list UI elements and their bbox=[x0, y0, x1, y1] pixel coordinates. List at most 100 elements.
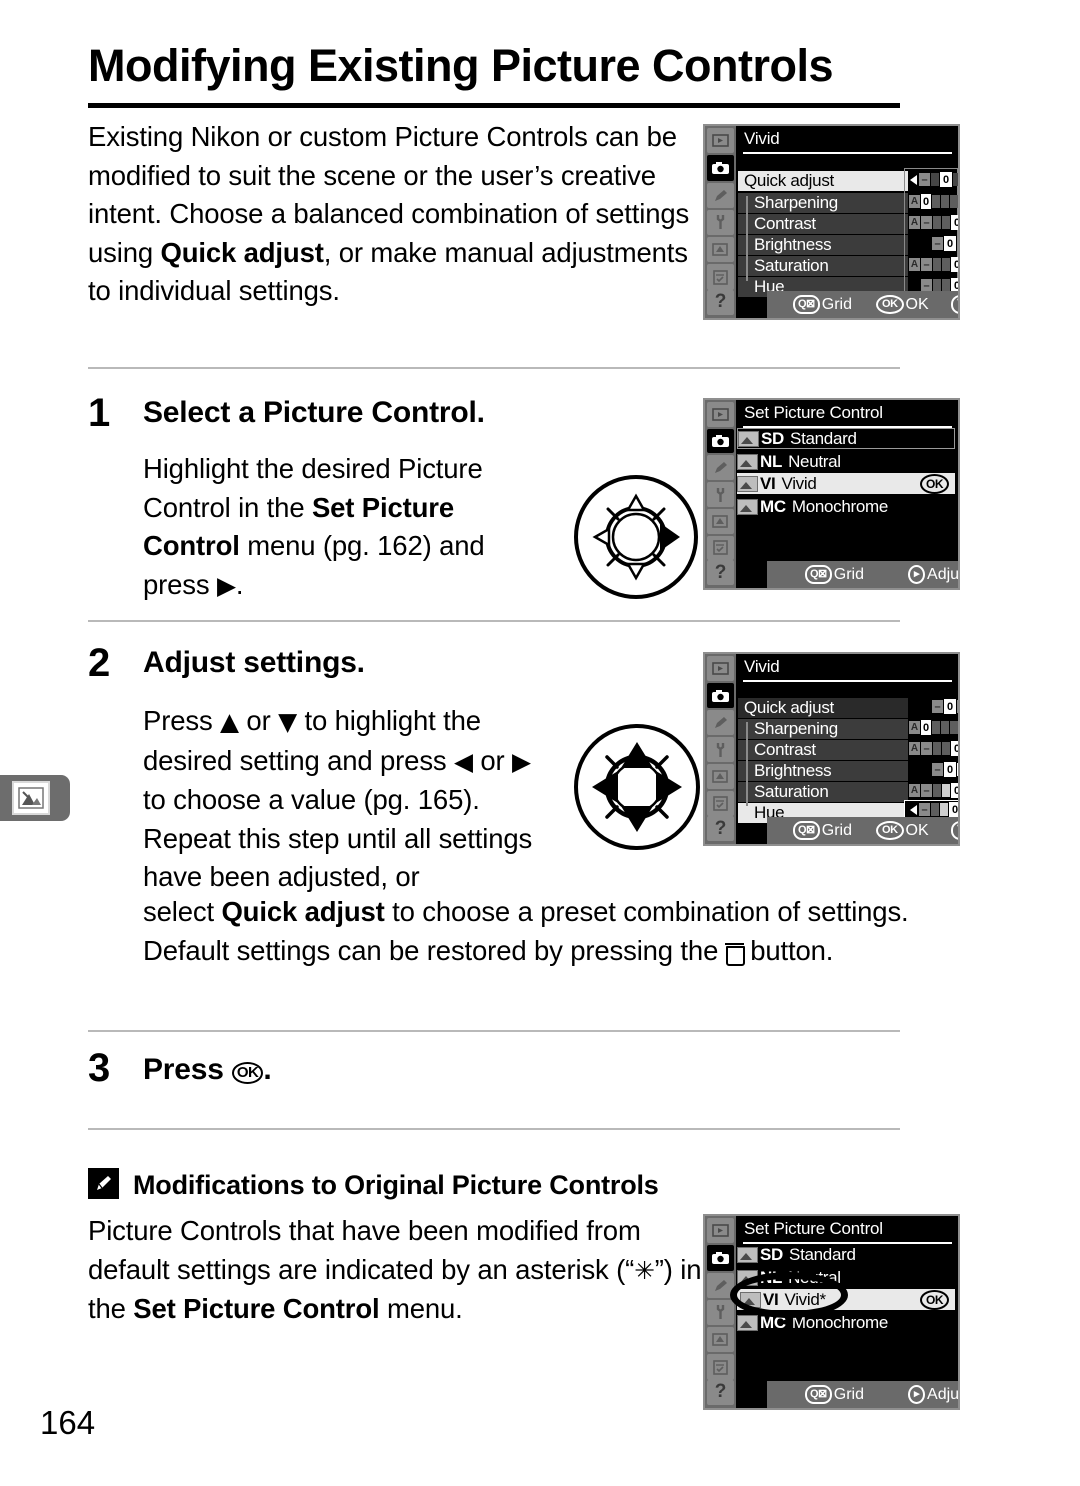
row-label-contrast[interactable]: Contrast bbox=[754, 740, 816, 760]
footer-grid-label: Grid bbox=[833, 565, 865, 583]
trash-icon bbox=[724, 942, 745, 966]
footer-adjust-label: Adjust bbox=[927, 1385, 960, 1403]
row-label-sharpening[interactable]: Sharpening bbox=[754, 193, 838, 213]
retouch-icon[interactable] bbox=[707, 237, 734, 263]
slider-quick-adjust[interactable]: –0+ bbox=[908, 172, 958, 187]
playback-icon[interactable] bbox=[707, 402, 734, 427]
lcd-title-rule bbox=[743, 680, 952, 682]
help-icon[interactable]: ? bbox=[707, 560, 734, 586]
shooting-menu-icon[interactable] bbox=[707, 155, 734, 181]
custom-settings-icon[interactable] bbox=[707, 182, 734, 208]
picture-control-neutral[interactable]: NL Neutral bbox=[737, 451, 955, 472]
footer-reset[interactable]: 🗑 Reset bbox=[950, 295, 958, 314]
separator-3 bbox=[88, 1030, 900, 1032]
footer-ok[interactable]: OK OK bbox=[876, 821, 929, 840]
item-label: Vivid bbox=[781, 473, 817, 493]
playback-icon[interactable] bbox=[707, 656, 734, 681]
footer-adjust[interactable]: ▸ Adjust bbox=[908, 1385, 960, 1404]
multi-selector-right-icon: ▸ bbox=[908, 1385, 926, 1404]
slider-hue[interactable]: –0+ bbox=[908, 802, 958, 817]
setup-menu-icon[interactable] bbox=[707, 209, 734, 236]
shooting-menu-icon[interactable] bbox=[707, 428, 734, 454]
row-label-brightness[interactable]: Brightness bbox=[754, 761, 832, 781]
lcd-sidebar: ? bbox=[705, 1216, 736, 1408]
slider-saturation[interactable]: A–0+ bbox=[909, 783, 958, 798]
playback-icon[interactable] bbox=[707, 1218, 734, 1244]
step-2-body-wide: select Quick adjust to choose a preset c… bbox=[143, 896, 909, 966]
slider-sharpening[interactable]: A09 bbox=[909, 720, 958, 735]
setup-menu-icon[interactable] bbox=[707, 1299, 734, 1326]
multi-selector-all bbox=[572, 722, 702, 857]
pencil-note-icon bbox=[88, 1168, 119, 1199]
footer-adjust[interactable]: ▸ Adjust bbox=[908, 565, 958, 584]
lcd-sidebar: ? bbox=[705, 654, 736, 844]
item-code: NL bbox=[760, 451, 783, 471]
footer-grid-label: Grid bbox=[821, 821, 853, 839]
row-label-saturation[interactable]: Saturation bbox=[754, 256, 829, 276]
footer-grid-label: Grid bbox=[833, 1385, 865, 1403]
slider-contrast[interactable]: A–0+ bbox=[909, 741, 958, 756]
row-label-quick-adjust[interactable]: Quick adjust bbox=[744, 171, 834, 191]
slider-saturation[interactable]: A–0+ bbox=[909, 257, 958, 272]
playback-icon[interactable] bbox=[707, 128, 734, 154]
slider-brightness[interactable]: –0+ bbox=[932, 762, 958, 777]
custom-settings-icon[interactable] bbox=[707, 710, 734, 735]
footer-grid[interactable]: Q⊠ Grid bbox=[793, 295, 852, 314]
footer-grid[interactable]: Q⊠ Grid bbox=[793, 821, 852, 840]
lcd-footer: Q⊠ Grid OK OK 🗑 Reset bbox=[767, 291, 958, 318]
row-label-saturation[interactable]: Saturation bbox=[754, 782, 829, 802]
page-title: Modifying Existing Picture Controls bbox=[88, 40, 834, 91]
picture-control-standard[interactable]: SD Standard bbox=[737, 1244, 955, 1265]
step-3-heading: Press OK. bbox=[143, 1053, 272, 1086]
row-label-sharpening[interactable]: Sharpening bbox=[754, 719, 838, 739]
retouch-icon[interactable] bbox=[707, 764, 734, 789]
retouch-icon[interactable] bbox=[707, 508, 734, 534]
footer-ok[interactable]: OK OK bbox=[876, 295, 929, 314]
zoom-grid-icon: Q⊠ bbox=[805, 1385, 832, 1404]
recent-settings-icon[interactable] bbox=[707, 535, 734, 561]
picture-control-standard[interactable]: SD Standard bbox=[737, 428, 955, 449]
step-3-number: 3 bbox=[88, 1046, 111, 1090]
row-label-contrast[interactable]: Contrast bbox=[754, 214, 816, 234]
help-icon[interactable]: ? bbox=[707, 1379, 734, 1405]
footer-grid[interactable]: Q⊠ Grid bbox=[805, 1385, 864, 1404]
item-code: MC bbox=[760, 496, 786, 516]
ok-icon: OK bbox=[876, 295, 904, 314]
recent-settings-icon[interactable] bbox=[707, 791, 734, 816]
help-icon[interactable]: ? bbox=[707, 816, 734, 841]
zoom-grid-icon: Q⊠ bbox=[793, 295, 820, 314]
lcd-title: Vivid bbox=[744, 129, 780, 148]
multi-selector-right-icon: ▸ bbox=[908, 565, 926, 584]
step-1-body: Highlight the desired Picture Control in… bbox=[143, 453, 485, 600]
item-code: VI bbox=[760, 473, 776, 493]
lcd-footer: Q⊠ Grid ▸ Adjust bbox=[767, 1381, 958, 1408]
picture-control-vivid[interactable]: VI Vivid OK bbox=[737, 473, 955, 494]
trash-icon: 🗑 bbox=[950, 295, 958, 314]
intro-paragraph: Existing Nikon or custom Picture Control… bbox=[88, 121, 690, 306]
slider-quick-adjust[interactable]: –0+ bbox=[932, 699, 958, 714]
slider-contrast[interactable]: A–0+ bbox=[909, 215, 958, 230]
picture-control-monochrome[interactable]: MC Monochrome bbox=[737, 496, 955, 517]
row-label-brightness[interactable]: Brightness bbox=[754, 235, 832, 255]
retouch-icon[interactable] bbox=[707, 1327, 734, 1353]
lcd-title-rule bbox=[743, 152, 952, 154]
footer-reset[interactable]: 🗑 Reset bbox=[950, 821, 958, 840]
multi-selector-right bbox=[572, 473, 700, 606]
shooting-menu-icon[interactable] bbox=[707, 1245, 734, 1271]
custom-settings-icon[interactable] bbox=[707, 455, 734, 481]
slider-sharpening[interactable]: A09 bbox=[909, 194, 958, 209]
recent-settings-icon[interactable] bbox=[707, 1354, 734, 1380]
help-icon[interactable]: ? bbox=[707, 289, 734, 315]
setup-menu-icon[interactable] bbox=[707, 482, 734, 507]
shooting-menu-icon[interactable] bbox=[707, 683, 734, 708]
recent-settings-icon[interactable] bbox=[707, 264, 734, 290]
footer-ok-label: OK bbox=[905, 295, 929, 313]
row-label-quick-adjust[interactable]: Quick adjust bbox=[744, 698, 834, 718]
item-label: Neutral bbox=[788, 451, 841, 471]
note-title: Modifications to Original Picture Contro… bbox=[133, 1170, 659, 1200]
trash-icon: 🗑 bbox=[950, 821, 958, 840]
setup-menu-icon[interactable] bbox=[707, 737, 734, 762]
margin-tab-picture-control bbox=[0, 775, 70, 821]
slider-brightness[interactable]: –0+ bbox=[932, 236, 958, 251]
footer-grid[interactable]: Q⊠ Grid bbox=[805, 565, 864, 584]
